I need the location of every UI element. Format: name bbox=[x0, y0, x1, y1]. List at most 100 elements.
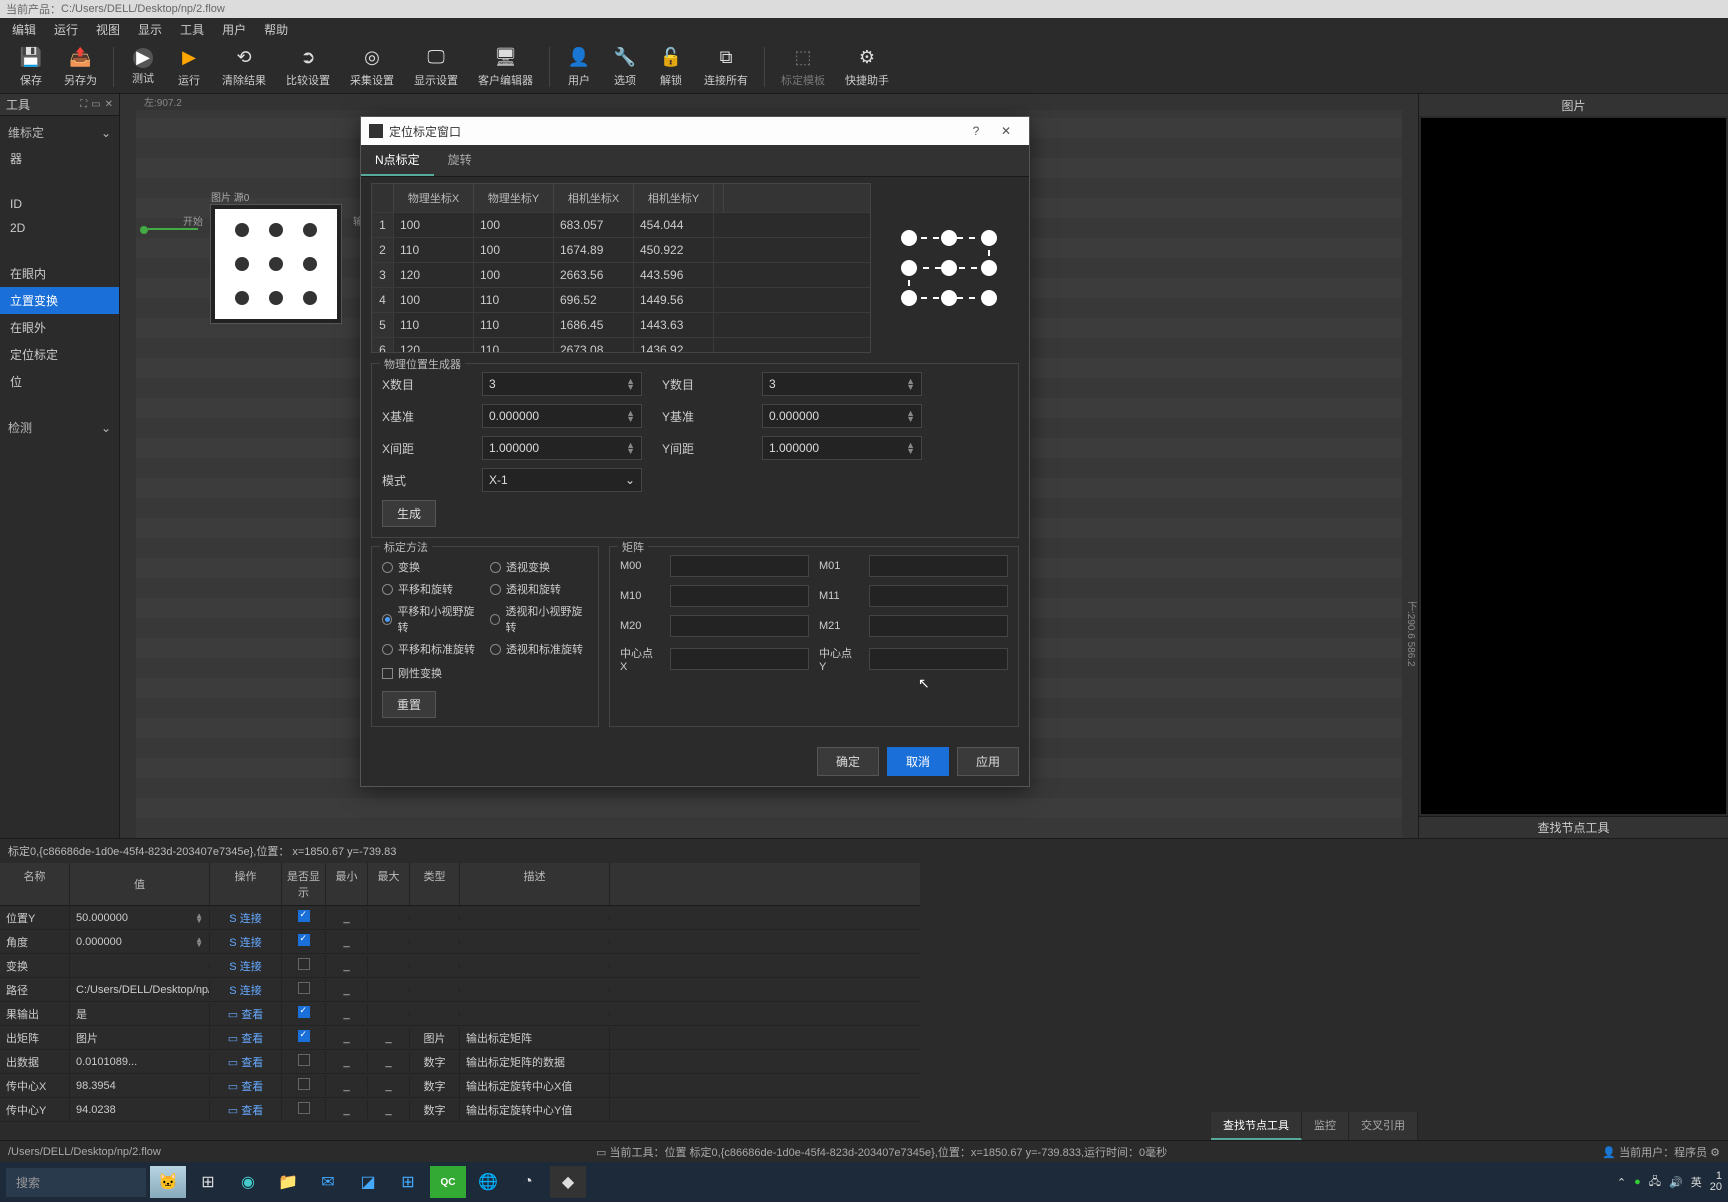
dock-icon[interactable]: ▭ bbox=[91, 99, 100, 110]
show-checkbox[interactable] bbox=[298, 982, 310, 994]
reset-button[interactable]: 重置 bbox=[382, 691, 436, 718]
close-icon[interactable]: ✕ bbox=[105, 99, 113, 110]
coord-row[interactable]: 4100110696.521449.56 bbox=[372, 287, 870, 312]
image-node[interactable]: 图片 源0 开始 输出 bbox=[210, 204, 342, 324]
tree-item[interactable]: 器 bbox=[0, 145, 119, 172]
unlock-button[interactable]: 🔓解锁 bbox=[648, 42, 694, 92]
task-view-icon[interactable]: ⊞ bbox=[190, 1166, 226, 1198]
tree-item[interactable]: ID bbox=[0, 192, 119, 216]
coord-row[interactable]: 61201102673.081436.92 bbox=[372, 337, 870, 352]
expand-icon[interactable]: ⛶ bbox=[80, 99, 87, 110]
method-radio[interactable]: 透视和小视野旋转 bbox=[490, 603, 588, 635]
calib-template-button[interactable]: ⬚标定模板 bbox=[771, 42, 835, 92]
mode-select[interactable]: X-1⌄ bbox=[482, 468, 642, 492]
ybase-input[interactable]: 0.000000▲▼ bbox=[762, 404, 922, 428]
editor-button[interactable]: 🖥客户编辑器 bbox=[468, 42, 543, 92]
ycount-input[interactable]: 3▲▼ bbox=[762, 372, 922, 396]
compare-button[interactable]: ➲比较设置 bbox=[276, 42, 340, 92]
show-checkbox[interactable] bbox=[298, 934, 310, 946]
tree-item[interactable]: 在眼内 bbox=[0, 260, 119, 287]
ygap-input[interactable]: 1.000000▲▼ bbox=[762, 436, 922, 460]
m20-input[interactable] bbox=[670, 615, 809, 637]
spinner-icon[interactable]: ▲▼ bbox=[906, 442, 915, 454]
tree-item[interactable]: 在眼外 bbox=[0, 314, 119, 341]
tree-group-calib[interactable]: 维标定⌄ bbox=[0, 120, 119, 145]
show-checkbox[interactable] bbox=[298, 910, 310, 922]
op-link[interactable]: ▭ 查看 bbox=[228, 1009, 263, 1021]
spinner-icon[interactable]: ▲▼ bbox=[626, 410, 635, 422]
connect-all-button[interactable]: ⧉连接所有 bbox=[694, 42, 758, 92]
value-cell[interactable]: 是 bbox=[70, 1003, 210, 1025]
edge-icon[interactable]: ◉ bbox=[230, 1166, 266, 1198]
display-button[interactable]: 🖵显示设置 bbox=[404, 42, 468, 92]
centery-input[interactable] bbox=[869, 648, 1008, 670]
menu-run[interactable]: 运行 bbox=[46, 18, 86, 41]
coord-row[interactable]: 1100100683.057454.044 bbox=[372, 212, 870, 237]
app-icon[interactable]: ◪ bbox=[350, 1166, 386, 1198]
value-cell[interactable]: C:/Users/DELL/Desktop/np/3.yaml bbox=[70, 981, 210, 999]
tray-chevron-icon[interactable]: ⌃ bbox=[1617, 1176, 1626, 1189]
op-link[interactable]: S 连接 bbox=[229, 913, 261, 925]
value-cell[interactable]: 50.000000▲▼ bbox=[70, 909, 210, 927]
tab-rotate[interactable]: 旋转 bbox=[434, 145, 486, 176]
op-link[interactable]: S 连接 bbox=[229, 961, 261, 973]
show-checkbox[interactable] bbox=[298, 1030, 310, 1042]
m00-input[interactable] bbox=[670, 555, 809, 577]
mail-icon[interactable]: ✉ bbox=[310, 1166, 346, 1198]
method-radio[interactable]: 透视变换 bbox=[490, 559, 588, 575]
explorer-icon[interactable]: 📁 bbox=[270, 1166, 306, 1198]
show-checkbox[interactable] bbox=[298, 958, 310, 970]
spinner-icon[interactable]: ▲▼ bbox=[626, 442, 635, 454]
xgap-input[interactable]: 1.000000▲▼ bbox=[482, 436, 642, 460]
method-radio[interactable]: 透视和旋转 bbox=[490, 581, 588, 597]
menu-help[interactable]: 帮助 bbox=[256, 18, 296, 41]
tray-network-icon[interactable]: 🖧 bbox=[1649, 1173, 1661, 1192]
image-viewer[interactable] bbox=[1421, 118, 1726, 814]
apply-button[interactable]: 应用 bbox=[957, 747, 1019, 776]
spinner-icon[interactable]: ▲▼ bbox=[906, 378, 915, 390]
method-radio[interactable]: 平移和标准旋转 bbox=[382, 641, 480, 657]
method-radio[interactable]: 平移和小视野旋转 bbox=[382, 603, 480, 635]
m11-input[interactable] bbox=[869, 585, 1008, 607]
value-cell[interactable]: 98.3954 bbox=[70, 1077, 210, 1095]
value-cell[interactable]: 0.0101089... bbox=[70, 1053, 210, 1071]
cancel-button[interactable]: 取消 bbox=[887, 747, 949, 776]
tree-item[interactable]: 位 bbox=[0, 368, 119, 395]
app4-icon[interactable]: ◆ bbox=[550, 1166, 586, 1198]
menu-view[interactable]: 视图 bbox=[88, 18, 128, 41]
xbase-input[interactable]: 0.000000▲▼ bbox=[482, 404, 642, 428]
op-link[interactable]: S 连接 bbox=[229, 937, 261, 949]
show-checkbox[interactable] bbox=[298, 1102, 310, 1114]
coord-row[interactable]: 21101001674.89450.922 bbox=[372, 237, 870, 262]
tab-cross-ref[interactable]: 交叉引用 bbox=[1349, 1112, 1418, 1140]
op-link[interactable]: ▭ 查看 bbox=[228, 1081, 263, 1093]
method-radio[interactable]: 平移和旋转 bbox=[382, 581, 480, 597]
options-button[interactable]: 🔧选项 bbox=[602, 42, 648, 92]
cat-icon[interactable]: 🐱 bbox=[150, 1166, 186, 1198]
coord-table[interactable]: 物理坐标X 物理坐标Y 相机坐标X 相机坐标Y 1100100683.05745… bbox=[371, 183, 871, 353]
method-radio[interactable]: 变换 bbox=[382, 559, 480, 575]
canvas-port[interactable] bbox=[140, 226, 148, 234]
tab-npoint[interactable]: N点标定 bbox=[361, 145, 434, 176]
op-link[interactable]: ▭ 查看 bbox=[228, 1033, 263, 1045]
spinner-icon[interactable]: ▲▼ bbox=[906, 410, 915, 422]
coord-row[interactable]: 31201002663.56443.596 bbox=[372, 262, 870, 287]
op-link[interactable]: S 连接 bbox=[229, 985, 261, 997]
value-cell[interactable] bbox=[70, 963, 210, 969]
save-as-button[interactable]: 📤另存为 bbox=[54, 42, 107, 92]
menu-tools[interactable]: 工具 bbox=[172, 18, 212, 41]
rigid-checkbox[interactable]: 刚性变换 bbox=[382, 665, 588, 681]
op-link[interactable]: ▭ 查看 bbox=[228, 1105, 263, 1117]
m21-input[interactable] bbox=[869, 615, 1008, 637]
value-cell[interactable]: 图片 bbox=[70, 1027, 210, 1049]
clear-button[interactable]: ⟲清除结果 bbox=[212, 42, 276, 92]
tree-item-selected[interactable]: 立置变换 bbox=[0, 287, 119, 314]
show-checkbox[interactable] bbox=[298, 1054, 310, 1066]
tree-group-detect[interactable]: 检测⌄ bbox=[0, 415, 119, 440]
app3-icon[interactable]: ◔ bbox=[510, 1166, 546, 1198]
m01-input[interactable] bbox=[869, 555, 1008, 577]
run-button[interactable]: ▶运行 bbox=[166, 42, 212, 92]
menu-display[interactable]: 显示 bbox=[130, 18, 170, 41]
menu-user[interactable]: 用户 bbox=[214, 18, 254, 41]
centerx-input[interactable] bbox=[670, 648, 809, 670]
